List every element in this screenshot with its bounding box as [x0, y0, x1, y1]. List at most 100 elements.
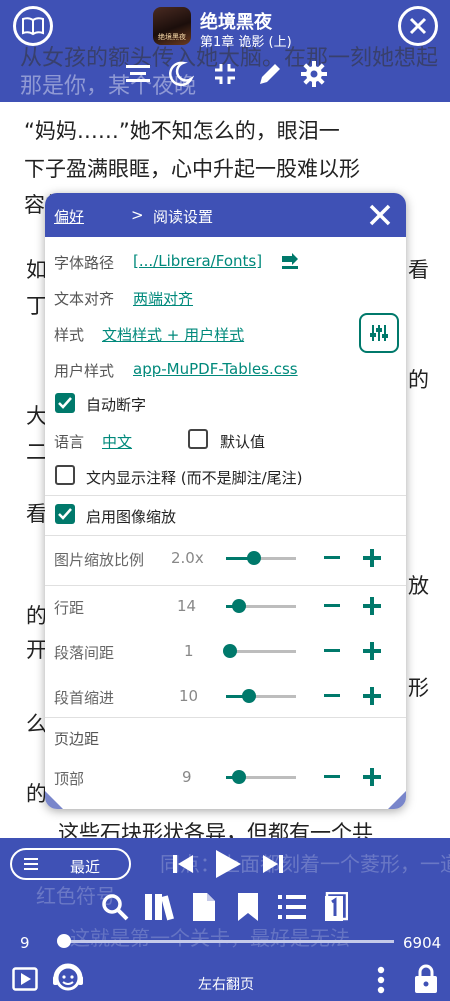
document-icon[interactable] — [192, 892, 216, 922]
default-checkbox[interactable] — [188, 429, 208, 449]
reader-ghost-text: 同点：上面都刻着一个菱形，一道奇特的 — [160, 852, 450, 876]
lock-icon[interactable] — [414, 964, 438, 994]
divider — [45, 495, 406, 496]
language-label: 语言 — [54, 433, 85, 451]
go-to-page-icon[interactable] — [324, 892, 348, 922]
inline-notes-label: 文内显示注释 (而不是脚注/尾注) — [86, 469, 303, 487]
indent-minus-button[interactable] — [324, 694, 340, 697]
reader-glyph: 的 — [408, 368, 429, 392]
style-settings-button[interactable] — [359, 313, 399, 353]
indent-label: 段首缩进 — [54, 689, 115, 707]
reader-paragraph-line: “妈妈……”她不知怎么的，眼泪一 — [24, 119, 340, 143]
menu-icon — [24, 858, 38, 870]
divider — [45, 717, 406, 718]
image-zoom-checkbox[interactable] — [55, 504, 75, 524]
reader-glyph: 开 — [26, 638, 47, 662]
recent-label: 最近 — [70, 858, 101, 876]
night-mode-icon[interactable] — [166, 60, 194, 88]
slideshow-icon[interactable] — [12, 967, 38, 991]
text-align-link[interactable]: 两端对齐 — [133, 288, 193, 309]
download-font-icon[interactable] — [280, 252, 300, 270]
close-reader-button[interactable] — [398, 6, 438, 46]
reader-glyph: 二 — [26, 440, 47, 464]
reader-glyph: 看 — [26, 502, 47, 526]
recent-button[interactable]: 最近 — [10, 848, 131, 880]
gear-icon[interactable] — [300, 60, 328, 88]
line-spacing-plus-button[interactable] — [363, 597, 381, 615]
image-scale-minus-button[interactable] — [324, 556, 340, 559]
reader-paragraph-line: 下子盈满眼眶，心中升起一股难以形 — [24, 157, 360, 181]
line-spacing-minus-button[interactable] — [324, 604, 340, 607]
top-margin-plus-button[interactable] — [363, 768, 381, 786]
top-margin-slider[interactable] — [226, 770, 296, 784]
dialog-title: 阅读设置 — [153, 208, 214, 226]
inline-notes-checkbox[interactable] — [55, 465, 75, 485]
top-margin-value: 9 — [182, 768, 192, 786]
top-margin-minus-button[interactable] — [324, 775, 340, 778]
resize-corner-icon[interactable] — [386, 789, 406, 809]
user-style-link[interactable]: app-MuPDF-Tables.css — [133, 360, 298, 378]
slider-thumb[interactable] — [232, 770, 246, 784]
text-to-speech-icon[interactable] — [52, 962, 84, 994]
slider-thumb[interactable] — [247, 551, 261, 565]
library-icon[interactable] — [144, 892, 176, 922]
table-of-contents-icon[interactable] — [277, 893, 307, 921]
fullscreen-exit-icon[interactable] — [211, 60, 239, 88]
resize-corner-icon[interactable] — [45, 789, 65, 809]
margins-section-label: 页边距 — [54, 730, 100, 748]
image-scale-value: 2.0x — [171, 549, 204, 567]
line-spacing-value: 14 — [177, 597, 197, 615]
slider-thumb[interactable] — [223, 644, 237, 658]
sliders-icon — [370, 325, 388, 341]
checkmark-icon — [58, 508, 72, 520]
language-link[interactable]: 中文 — [102, 431, 132, 452]
top-margin-label: 顶部 — [54, 770, 85, 788]
divider — [45, 535, 406, 536]
checkmark-icon — [58, 397, 72, 409]
indent-value: 10 — [179, 687, 199, 705]
page-progress-thumb[interactable] — [57, 934, 71, 948]
hyphenation-checkbox[interactable] — [55, 393, 75, 413]
previous-chapter-icon[interactable] — [172, 853, 194, 875]
image-zoom-label: 启用图像缩放 — [86, 508, 177, 526]
reader-glyph: 看 — [408, 258, 429, 282]
paragraph-spacing-slider[interactable] — [223, 644, 296, 658]
slider-thumb[interactable] — [232, 599, 246, 613]
image-scale-slider[interactable] — [226, 551, 296, 565]
breadcrumb-preferences-link[interactable]: 偏好 — [54, 206, 84, 227]
slider-thumb[interactable] — [242, 689, 256, 703]
cover-title: 绝境黑夜 — [158, 33, 186, 41]
font-path-label: 字体路径 — [54, 254, 115, 272]
style-link[interactable]: 文档样式 + 用户样式 — [102, 324, 244, 345]
hyphenation-label: 自动断字 — [86, 396, 147, 414]
reader-glyph: 的 — [26, 604, 47, 628]
reader-ghost-text: 这就是第一个关卡，最好是无法 — [70, 926, 350, 950]
play-icon[interactable] — [214, 849, 242, 879]
bookmark-icon[interactable] — [237, 892, 259, 922]
page-progress-track[interactable] — [64, 940, 394, 943]
book-library-button[interactable] — [13, 6, 53, 46]
pencil-icon[interactable] — [256, 60, 284, 88]
page-flip-mode[interactable]: 左右翻页 — [198, 974, 254, 994]
user-style-label: 用户样式 — [54, 362, 115, 380]
divider — [45, 585, 406, 586]
paragraph-spacing-plus-button[interactable] — [363, 642, 381, 660]
indent-slider[interactable] — [226, 689, 296, 703]
text-align-icon[interactable] — [124, 60, 152, 88]
style-label: 样式 — [54, 326, 85, 344]
indent-plus-button[interactable] — [363, 687, 381, 705]
search-icon[interactable] — [101, 893, 129, 921]
close-icon — [409, 17, 427, 35]
line-spacing-slider[interactable] — [226, 599, 296, 613]
reader-glyph: 形 — [408, 676, 429, 700]
reader-glyph: 丁 — [26, 294, 47, 318]
more-options-icon[interactable] — [376, 966, 386, 994]
font-path-link[interactable]: [.../Librera/Fonts] — [133, 252, 262, 270]
paragraph-spacing-minus-button[interactable] — [324, 649, 340, 652]
next-chapter-icon[interactable] — [262, 853, 284, 875]
book-cover-thumbnail[interactable]: 绝境黑夜 — [153, 7, 191, 45]
dialog-close-icon[interactable] — [368, 203, 392, 227]
image-scale-plus-button[interactable] — [363, 549, 381, 567]
total-pages: 6904 — [403, 934, 442, 952]
line-spacing-label: 行距 — [54, 599, 85, 617]
